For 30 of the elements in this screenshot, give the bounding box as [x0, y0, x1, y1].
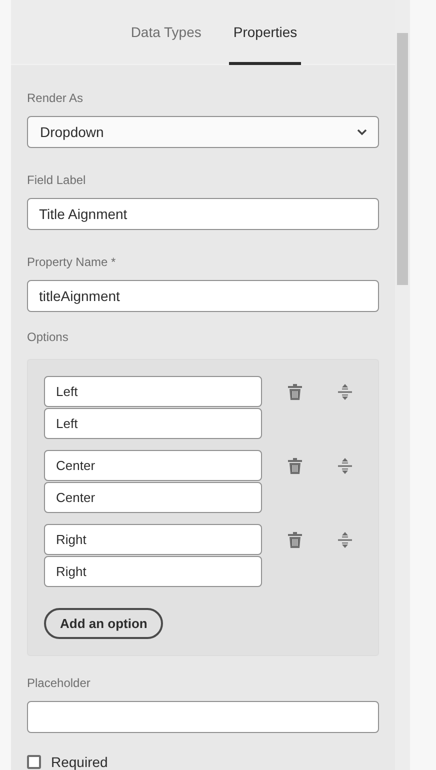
checkbox-label: Required: [51, 754, 108, 770]
dropdown[interactable]: Dropdown: [27, 116, 379, 148]
tab[interactable]: Properties: [229, 0, 302, 65]
option-label-field[interactable]: Center: [44, 450, 262, 481]
option-value-field[interactable]: Left: [44, 408, 262, 439]
trash-icon[interactable]: [288, 532, 302, 548]
input-field[interactable]: Title Aignment: [27, 198, 379, 230]
scrollbar-thumb[interactable]: [397, 33, 408, 285]
input-field[interactable]: [27, 701, 379, 733]
scrollbar[interactable]: [395, 0, 410, 770]
option-value-field[interactable]: Center: [44, 482, 262, 513]
reorder-icon[interactable]: [338, 458, 352, 474]
option-label-field[interactable]: Right: [44, 524, 262, 555]
field-label: Render As: [27, 91, 84, 105]
field-label: Placeholder: [27, 676, 92, 690]
add-option-button[interactable]: Add an option: [44, 608, 164, 639]
chevron-down-icon: [357, 128, 367, 136]
trash-icon[interactable]: [288, 384, 302, 400]
reorder-icon[interactable]: [338, 384, 352, 400]
field-label: Options: [27, 330, 70, 344]
dropdown-value: Dropdown: [40, 124, 104, 140]
option-label-field[interactable]: Left: [44, 376, 262, 407]
option-value-field[interactable]: Right: [44, 556, 262, 587]
tab[interactable]: Data Types: [126, 0, 206, 65]
checkbox[interactable]: [27, 755, 41, 769]
trash-icon[interactable]: [288, 458, 302, 474]
field-label: Property Name *: [27, 255, 117, 269]
field-label: Field Label: [27, 173, 87, 187]
input-field[interactable]: titleAignment: [27, 280, 379, 312]
reorder-icon[interactable]: [338, 532, 352, 548]
